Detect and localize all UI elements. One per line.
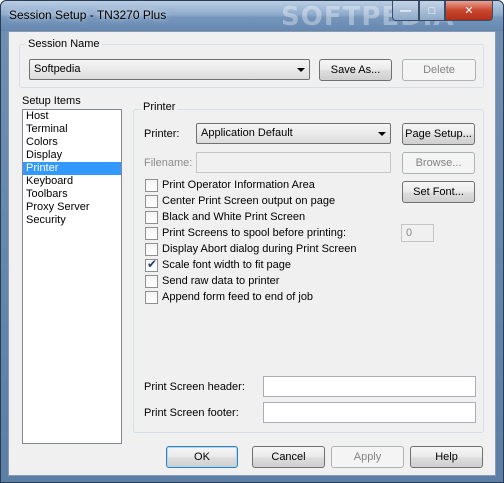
apply-button[interactable]: Apply <box>331 446 404 468</box>
setup-item-terminal[interactable]: Terminal <box>23 123 121 136</box>
cancel-button[interactable]: Cancel <box>252 446 325 468</box>
option-center-print[interactable]: Center Print Screen output on page <box>145 193 335 209</box>
chevron-down-icon <box>297 68 305 72</box>
checkbox[interactable] <box>145 178 158 192</box>
maximize-button[interactable]: □ <box>419 1 445 21</box>
setup-items-list[interactable]: Host Terminal Colors Display Printer Key… <box>22 109 122 444</box>
printer-value: Application Default <box>201 127 293 139</box>
option-spool[interactable]: Print Screens to spool before printing: <box>145 225 346 241</box>
filename-label: Filename: <box>144 157 193 169</box>
spool-count-input[interactable]: 0 <box>401 224 434 242</box>
checkmark-icon: ✔ <box>147 256 158 271</box>
setup-item-display[interactable]: Display <box>23 149 121 162</box>
checkbox[interactable] <box>145 210 158 224</box>
print-footer-input[interactable] <box>263 402 476 423</box>
filename-input[interactable] <box>196 152 391 173</box>
option-abort-dialog[interactable]: Display Abort dialog during Print Screen <box>145 241 356 257</box>
setup-item-proxy-server[interactable]: Proxy Server <box>23 201 121 214</box>
setup-item-toolbars[interactable]: Toolbars <box>23 188 121 201</box>
setup-item-keyboard[interactable]: Keyboard <box>23 175 121 188</box>
chevron-down-icon <box>378 132 386 136</box>
set-font-button[interactable]: Set Font... <box>402 181 475 203</box>
minimize-icon: — <box>400 4 411 17</box>
option-label: Black and White Print Screen <box>162 211 306 223</box>
checkbox[interactable] <box>145 226 158 240</box>
checkbox[interactable] <box>145 194 158 208</box>
printer-combo[interactable]: Application Default <box>196 123 391 144</box>
save-as-button[interactable]: Save As... <box>319 59 392 81</box>
setup-item-colors[interactable]: Colors <box>23 136 121 149</box>
session-name-label: Session Name <box>26 38 102 50</box>
option-label: Display Abort dialog during Print Screen <box>162 243 357 255</box>
option-black-white[interactable]: Black and White Print Screen <box>145 209 305 225</box>
print-footer-label: Print Screen footer: <box>144 407 239 419</box>
maximize-icon: □ <box>428 4 436 17</box>
option-label: Scale font width to fit page <box>162 259 292 271</box>
option-label: Append form feed to end of job <box>162 291 314 303</box>
setup-item-host[interactable]: Host <box>23 110 121 123</box>
help-button[interactable]: Help <box>410 446 483 468</box>
session-name-combo[interactable]: Softpedia <box>29 59 310 80</box>
dialog-client-area: Session Name Softpedia Save As... Delete… <box>8 31 496 476</box>
delete-button[interactable]: Delete <box>402 59 476 81</box>
print-header-label: Print Screen header: <box>144 381 245 393</box>
minimize-button[interactable]: — <box>392 1 419 21</box>
setup-item-security[interactable]: Security <box>23 214 121 227</box>
checkbox[interactable]: ✔ <box>145 256 158 272</box>
close-icon: ✕ <box>464 5 474 17</box>
option-label: Center Print Screen output on page <box>162 195 336 207</box>
printer-group-label: Printer <box>141 101 178 113</box>
option-scale-font[interactable]: ✔ Scale font width to fit page <box>145 257 291 273</box>
option-label: Print Operator Information Area <box>162 179 315 191</box>
setup-items-label: Setup Items <box>22 95 81 107</box>
option-form-feed[interactable]: Append form feed to end of job <box>145 289 313 305</box>
ok-button[interactable]: OK <box>166 446 238 468</box>
checkbox[interactable] <box>145 242 158 256</box>
option-raw-data[interactable]: Send raw data to printer <box>145 273 279 289</box>
option-print-oia[interactable]: Print Operator Information Area <box>145 177 315 193</box>
setup-item-printer[interactable]: Printer <box>23 162 121 175</box>
window-title: Session Setup - TN3270 Plus <box>9 8 167 22</box>
session-setup-window: Session Setup - TN3270 Plus SOFTPEDIA — … <box>0 0 504 483</box>
printer-label: Printer: <box>144 128 180 140</box>
checkbox[interactable] <box>145 274 158 288</box>
checkbox[interactable] <box>145 290 158 304</box>
close-button[interactable]: ✕ <box>445 1 493 21</box>
session-name-value: Softpedia <box>34 63 81 75</box>
page-setup-button[interactable]: Page Setup... <box>402 123 475 145</box>
browse-button[interactable]: Browse... <box>402 152 475 174</box>
option-label: Send raw data to printer <box>162 275 280 287</box>
title-bar[interactable]: Session Setup - TN3270 Plus SOFTPEDIA — … <box>1 1 503 32</box>
print-header-input[interactable] <box>263 376 476 397</box>
option-label: Print Screens to spool before printing: <box>162 227 347 239</box>
